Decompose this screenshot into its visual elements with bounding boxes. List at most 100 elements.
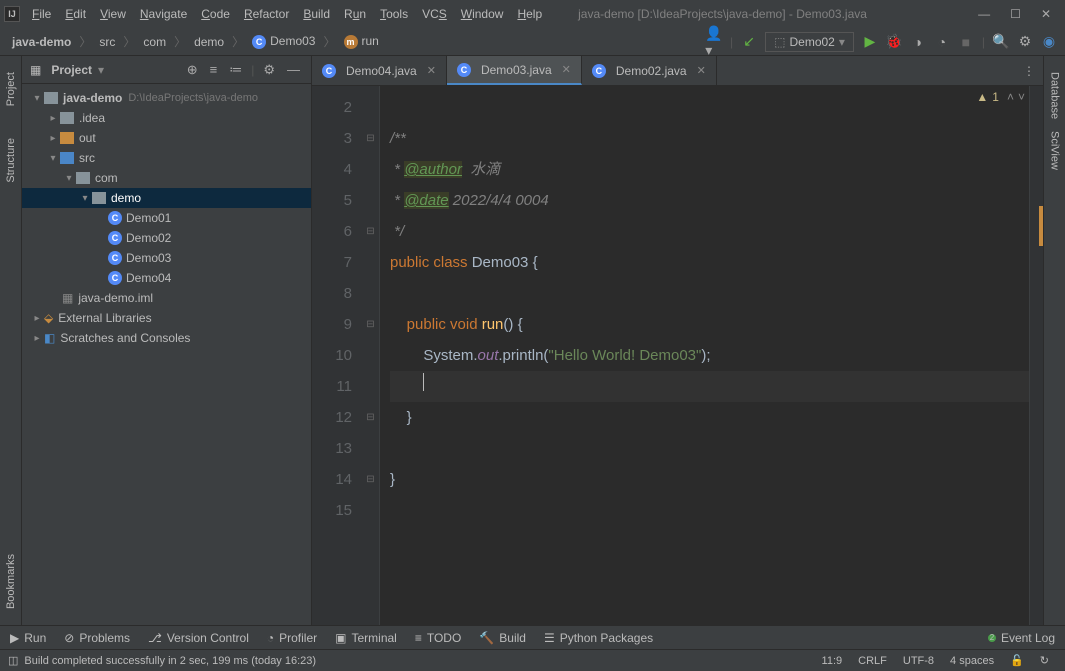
menu-navigate[interactable]: Navigate [134,5,193,23]
tree-com[interactable]: ▾com [22,168,311,188]
crumb-root[interactable]: java-demo [8,34,75,50]
menu-window[interactable]: Window [455,5,510,23]
tree-root[interactable]: ▾java-demoD:\IdeaProjects\java-demo [22,88,311,108]
bottom-terminal[interactable]: ▣Terminal [335,631,397,645]
tool-sciview[interactable]: SciView [1047,125,1063,176]
crumb-demo[interactable]: demo [190,34,228,50]
tree-scratches[interactable]: ▸◧Scratches and Consoles [22,328,311,348]
tree-ext-lib[interactable]: ▸⬙External Libraries [22,308,311,328]
tab-demo04[interactable]: CDemo04.java✕ [312,56,447,85]
window-title: java-demo [D:\IdeaProjects\java-demo] - … [578,7,867,21]
tab-demo03[interactable]: CDemo03.java✕ [447,56,582,85]
code-content[interactable]: /** * @author 水滴 * @date 2022/4/4 0004 *… [380,86,1029,625]
editor-area: CDemo04.java✕ CDemo03.java✕ CDemo02.java… [312,56,1043,625]
crumb-method[interactable]: mrun [340,33,383,50]
project-tree: ▾java-demoD:\IdeaProjects\java-demo ▸.id… [22,84,311,625]
menu-help[interactable]: Help [511,5,548,23]
project-panel: ▦ Project ▾ ⊕ ≡ ≔ | ⚙ — ▾java-demoD:\Ide… [22,56,312,625]
tab-demo02[interactable]: CDemo02.java✕ [582,56,717,85]
bottom-event-log[interactable]: 2Event Log [988,631,1055,645]
status-linesep[interactable]: CRLF [850,655,895,667]
tree-file-demo03[interactable]: CDemo03 [22,248,311,268]
menu-run[interactable]: Run [338,5,372,23]
warning-icon: ▲ [976,90,988,104]
status-indent[interactable]: 4 spaces [942,655,1002,667]
tree-out[interactable]: ▸out [22,128,311,148]
editor-scrollbar[interactable] [1029,86,1043,625]
menu-file[interactable]: File [26,5,57,23]
close-icon[interactable]: ✕ [697,64,706,77]
coverage-icon[interactable]: ◑ [910,34,926,50]
todo-icon: ≡ [415,631,422,645]
run-icon: ▶ [10,631,19,645]
menu-view[interactable]: View [94,5,132,23]
run-icon[interactable]: ▶ [862,34,878,50]
expand-icon[interactable]: ≡ [207,62,221,77]
hide-icon[interactable]: — [284,62,303,77]
profiler-icon: ◔ [267,631,274,645]
status-toggle-icon[interactable]: ◫ [8,654,18,667]
gear-icon[interactable]: ⚙ [260,62,278,78]
tab-more-icon[interactable]: ⋮ [1015,56,1043,85]
tree-file-demo01[interactable]: CDemo01 [22,208,311,228]
bottom-vcs[interactable]: ⎇Version Control [148,631,249,645]
right-tool-gutter: Database SciView [1043,56,1065,625]
profile-icon[interactable]: ◔ [934,34,950,50]
close-icon[interactable]: ✕ [562,63,571,76]
warning-badge[interactable]: ▲1 ˄˅ [976,90,1025,104]
tree-iml[interactable]: ▦java-demo.iml [22,288,311,308]
bottom-run[interactable]: ▶Run [10,631,46,645]
debug-icon[interactable]: 🐞 [886,34,902,50]
status-position[interactable]: 11:9 [814,655,851,667]
stop-icon[interactable]: ■ [958,34,974,50]
menu-vcs[interactable]: VCS [416,5,453,23]
bottom-problems[interactable]: ⊘Problems [64,631,130,645]
left-tool-gutter: Project Structure Bookmarks [0,56,22,625]
locate-icon[interactable]: ⊕ [184,62,201,78]
close-icon[interactable]: ✕ [427,64,436,77]
tree-idea[interactable]: ▸.idea [22,108,311,128]
tool-structure[interactable]: Structure [3,132,19,189]
build-icon[interactable]: ↙ [741,34,757,50]
tool-database[interactable]: Database [1047,66,1063,125]
chevron-down-icon[interactable]: ▾ [98,63,104,77]
menu-tools[interactable]: Tools [374,5,414,23]
menu-refactor[interactable]: Refactor [238,5,295,23]
run-config-selector[interactable]: ⬚ Demo02 ▾ [765,32,854,52]
run-config-label: Demo02 [789,35,834,49]
maximize-icon[interactable]: ☐ [1010,7,1021,21]
crumb-class[interactable]: CDemo03 [248,33,319,50]
tree-file-demo02[interactable]: CDemo02 [22,228,311,248]
bottom-python[interactable]: ☰Python Packages [544,631,653,645]
collapse-icon[interactable]: ≔ [226,62,245,78]
sync-icon[interactable]: ↻ [1032,654,1057,667]
minimize-icon[interactable]: — [978,7,990,21]
crumb-src[interactable]: src [95,34,119,50]
bottom-profiler[interactable]: ◔Profiler [267,631,317,645]
project-title: Project [51,63,92,77]
build-icon: 🔨 [479,631,494,645]
fold-gutter: ⊟ ⊟ ⊟ ⊟ ⊟ [362,86,380,625]
menu-edit[interactable]: Edit [59,5,92,23]
tree-src[interactable]: ▾src [22,148,311,168]
bottom-todo[interactable]: ≡TODO [415,631,461,645]
globe-icon[interactable]: ◉ [1041,34,1057,50]
tree-demo[interactable]: ▾demo [22,188,311,208]
crumb-com[interactable]: com [139,34,170,50]
lock-icon[interactable]: 🔓 [1002,654,1032,667]
menu-code[interactable]: Code [195,5,236,23]
close-icon[interactable]: ✕ [1041,7,1051,21]
menu-build[interactable]: Build [297,5,336,23]
bottom-build[interactable]: 🔨Build [479,631,526,645]
status-encoding[interactable]: UTF-8 [895,655,942,667]
editor-body[interactable]: 234 567 8910 111213 1415 ⊟ ⊟ ⊟ ⊟ ⊟ /** *… [312,86,1043,625]
bottom-toolbar: ▶Run ⊘Problems ⎇Version Control ◔Profile… [0,625,1065,649]
tree-file-demo04[interactable]: CDemo04 [22,268,311,288]
settings-icon[interactable]: ⚙ [1017,34,1033,50]
python-icon: ☰ [544,631,555,645]
search-icon[interactable]: 🔍 [993,34,1009,50]
user-add-icon[interactable]: 👤▾ [706,34,722,50]
tool-project[interactable]: Project [3,66,19,112]
tool-bookmarks[interactable]: Bookmarks [3,548,19,615]
navbar: java-demo 〉 src 〉 com 〉 demo 〉 CDemo03 〉… [0,28,1065,56]
